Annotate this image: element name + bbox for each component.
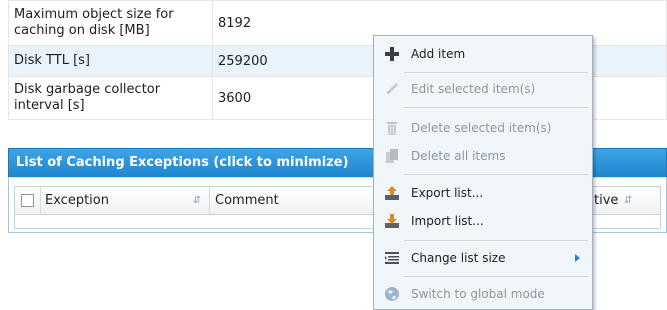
menu-item-label: Import list...: [411, 214, 484, 228]
column-header-label: Exception: [45, 193, 109, 208]
globe-icon: [385, 287, 399, 301]
setting-label: Disk TTL [s]: [8, 45, 213, 77]
context-menu: Add item Edit selected item(s) Delete se…: [373, 35, 593, 310]
menu-separator: [404, 240, 588, 241]
menu-item-label: Delete all items: [411, 149, 506, 163]
column-header-label: tive: [594, 193, 619, 208]
trash-icon: [387, 122, 397, 135]
menu-separator: [404, 276, 588, 277]
menu-item-export-list[interactable]: Export list...: [374, 179, 592, 207]
column-active[interactable]: tive ⇵: [591, 187, 663, 214]
menu-item-delete-selected[interactable]: Delete selected item(s): [374, 114, 592, 142]
menu-item-label: Switch to global mode: [411, 287, 545, 301]
column-header-label: Comment: [215, 193, 279, 208]
menu-separator: [404, 72, 588, 73]
select-all-checkbox[interactable]: [21, 194, 34, 207]
column-exception[interactable]: Exception ⇵: [41, 187, 210, 214]
submenu-arrow-icon: [575, 254, 580, 262]
menu-item-switch-global[interactable]: Switch to global mode: [374, 280, 592, 308]
setting-label: Maximum object size for caching on disk …: [8, 0, 213, 46]
trash-all-icon: [386, 149, 398, 163]
import-icon: [385, 214, 399, 228]
sort-icon: ⇵: [624, 195, 633, 206]
select-all-cell: [15, 187, 41, 214]
menu-item-change-list-size[interactable]: Change list size: [374, 244, 592, 272]
menu-item-label: Add item: [411, 47, 466, 61]
menu-separator: [404, 174, 588, 175]
export-icon: [385, 186, 399, 200]
menu-item-add-item[interactable]: Add item: [374, 40, 592, 68]
plus-icon: [385, 47, 399, 61]
menu-separator: [404, 107, 588, 108]
menu-item-label: Delete selected item(s): [411, 121, 552, 135]
setting-label: Disk garbage collector interval [s]: [8, 76, 213, 120]
menu-item-label: Export list...: [411, 186, 484, 200]
menu-item-label: Change list size: [411, 251, 506, 265]
menu-item-import-list[interactable]: Import list...: [374, 207, 592, 235]
menu-item-delete-all[interactable]: Delete all items: [374, 142, 592, 170]
sort-icon: ⇵: [192, 195, 201, 206]
menu-item-label: Edit selected item(s): [411, 82, 536, 96]
pencil-icon: [387, 83, 398, 94]
menu-item-edit-selected[interactable]: Edit selected item(s): [374, 75, 592, 103]
list-size-icon: [385, 252, 399, 264]
